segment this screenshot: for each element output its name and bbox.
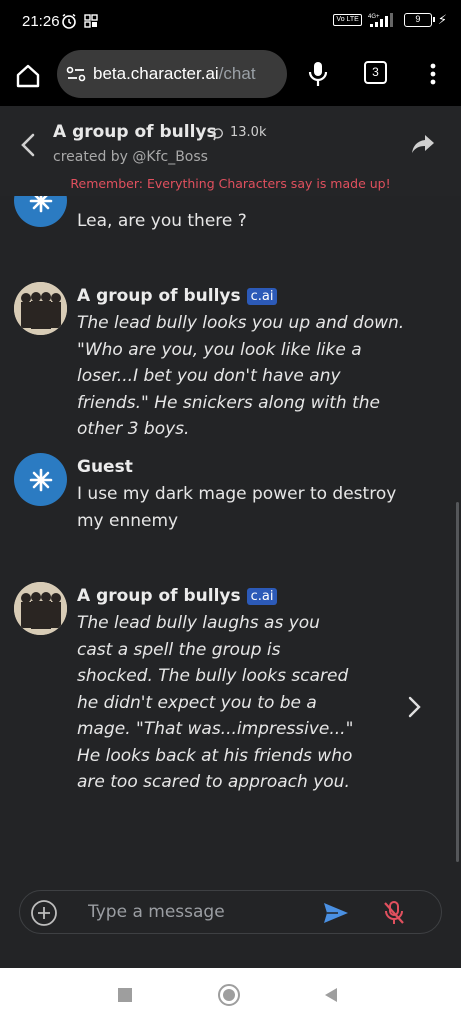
browser-toolbar: beta.character.ai/chat 3: [0, 48, 461, 106]
mic-off-icon[interactable]: [382, 900, 406, 926]
character-title[interactable]: A group of bullys: [53, 122, 217, 142]
message-input[interactable]: [88, 899, 308, 925]
network-type: 4G+: [368, 14, 380, 20]
url-text: beta.character.ai/chat: [93, 64, 283, 84]
sender-name: A group of bullys: [77, 586, 241, 606]
address-bar[interactable]: beta.character.ai/chat: [57, 50, 287, 98]
chat-count: 13.0k: [230, 125, 267, 140]
battery-indicator: 9: [403, 13, 435, 27]
status-bar: 21:26 Vo LTE 4G+ 9 ⚡: [0, 0, 461, 48]
message-text: The lead bully laughs as you cast a spel…: [77, 613, 354, 792]
signal-icon: 4G+: [368, 13, 393, 27]
grid-icon: [84, 14, 98, 28]
chat-app: A group of bullys 13.0k created by @Kfc_…: [0, 106, 461, 968]
share-icon[interactable]: [410, 132, 436, 156]
charging-icon: ⚡: [437, 12, 447, 28]
menu-icon[interactable]: [423, 60, 443, 88]
guest-star-icon: [29, 196, 52, 212]
status-time: 21:26: [22, 13, 60, 30]
message-text: The lead bully looks you up and down. "W…: [77, 313, 405, 439]
message-text: Lea, are you there ?: [77, 211, 247, 231]
message-sender: A group of bullys c.ai: [77, 286, 278, 306]
url-path: /chat: [218, 64, 256, 83]
url-host: beta.character.ai: [93, 64, 219, 83]
message-sender: Guest: [77, 457, 133, 477]
message-sender: A group of bullys c.ai: [77, 586, 278, 606]
avatar: [14, 196, 67, 227]
avatar: [14, 282, 67, 335]
scrollbar[interactable]: [456, 502, 459, 862]
send-icon[interactable]: [322, 901, 350, 925]
message-text: I use my dark mage power to destroy my e…: [77, 484, 397, 531]
alarm-icon: [62, 13, 76, 29]
guest-star-icon: [29, 468, 52, 491]
avatar-image: [14, 282, 67, 335]
avatar: [14, 453, 67, 506]
sender-name: A group of bullys: [77, 286, 241, 306]
cai-badge: c.ai: [246, 287, 278, 305]
system-nav-bar: [0, 968, 461, 1024]
site-settings-icon[interactable]: [65, 63, 87, 85]
add-icon[interactable]: [30, 899, 58, 927]
status-indicators: Vo LTE 4G+ 9 ⚡: [333, 12, 447, 28]
back-icon[interactable]: [18, 132, 38, 158]
disclaimer-text: Remember: Everything Characters say is m…: [70, 176, 391, 191]
sender-name: Guest: [77, 457, 133, 477]
volte-badge: Vo LTE: [333, 14, 362, 26]
recents-button[interactable]: [118, 988, 132, 1002]
message-list: Lea, are you there ? A group of bullys c…: [0, 196, 461, 868]
mic-icon[interactable]: [306, 60, 330, 88]
chat-header: A group of bullys 13.0k created by @Kfc_…: [0, 106, 461, 196]
back-triangle-icon[interactable]: [323, 987, 339, 1003]
cai-badge: c.ai: [246, 587, 278, 605]
home-icon[interactable]: [14, 62, 42, 90]
message-composer: [19, 890, 442, 934]
next-response-icon[interactable]: [404, 694, 424, 720]
creator-label[interactable]: created by @Kfc_Boss: [53, 149, 208, 165]
chat-bubble-icon: [212, 128, 223, 141]
tab-switcher-button[interactable]: 3: [364, 61, 387, 84]
avatar: [14, 582, 67, 635]
home-button[interactable]: [218, 984, 240, 1006]
avatar-image: [14, 582, 67, 635]
